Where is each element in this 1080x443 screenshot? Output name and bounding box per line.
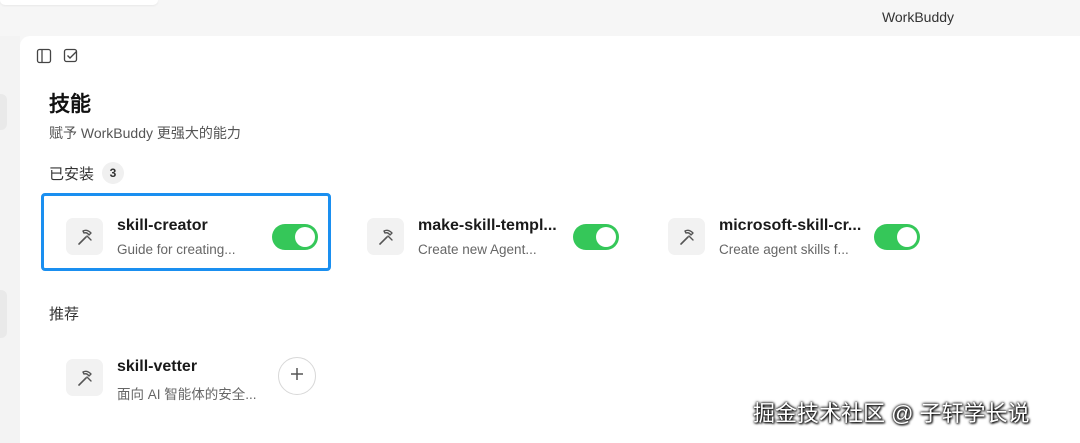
skill-description: 面向 AI 智能体的安全... (117, 387, 257, 402)
skill-description: Guide for creating... (117, 242, 236, 257)
hammer-pick-icon (66, 218, 103, 255)
skill-description: Create new Agent... (418, 242, 537, 257)
sidebar-toggle-icon[interactable] (36, 48, 52, 64)
toggle-knob (295, 227, 315, 247)
skill-card[interactable]: skill-creator Guide for creating... (41, 193, 331, 271)
app-title: WorkBuddy (881, 9, 955, 25)
skill-enabled-toggle[interactable] (573, 224, 619, 250)
plus-icon (290, 367, 304, 386)
skills-panel: 技能 赋予 WorkBuddy 更强大的能力 已安装 3 skill-creat… (20, 36, 1080, 443)
skill-name: make-skill-templ... (418, 217, 557, 234)
checklist-icon[interactable] (63, 48, 79, 64)
toggle-knob (596, 227, 616, 247)
skill-name: microsoft-skill-cr... (719, 217, 862, 234)
recommended-skill-card[interactable]: skill-vetter 面向 AI 智能体的安全... (41, 334, 331, 412)
toggle-knob (897, 227, 917, 247)
hammer-pick-icon (66, 359, 103, 396)
hammer-pick-icon (367, 218, 404, 255)
installed-section-heading: 已安装 3 (49, 162, 125, 184)
skill-name: skill-creator (117, 217, 208, 234)
left-sidebar-edge (0, 36, 20, 443)
skill-description: Create agent skills f... (719, 242, 849, 257)
page-subtitle: 赋予 WorkBuddy 更强大的能力 (49, 125, 241, 141)
add-skill-button[interactable] (278, 357, 316, 395)
skill-card[interactable]: microsoft-skill-cr... Create agent skill… (643, 193, 933, 271)
sidebar-handle[interactable] (0, 290, 7, 338)
skill-enabled-toggle[interactable] (272, 224, 318, 250)
recommended-section-heading: 推荐 (49, 303, 79, 324)
window-tab-edge (0, 0, 158, 5)
installed-heading-label: 已安装 (49, 165, 95, 183)
skill-enabled-toggle[interactable] (874, 224, 920, 250)
recommended-heading-label: 推荐 (49, 306, 80, 323)
hammer-pick-icon (668, 218, 705, 255)
skill-name: skill-vetter (117, 358, 198, 375)
watermark: 掘金技术社区 @ 子轩学长说 (753, 401, 1030, 426)
page-title: 技能 (49, 93, 91, 116)
sidebar-handle[interactable] (0, 94, 7, 130)
skill-card[interactable]: make-skill-templ... Create new Agent... (342, 193, 632, 271)
toolbar (36, 48, 79, 64)
installed-count-badge: 3 (102, 162, 125, 184)
